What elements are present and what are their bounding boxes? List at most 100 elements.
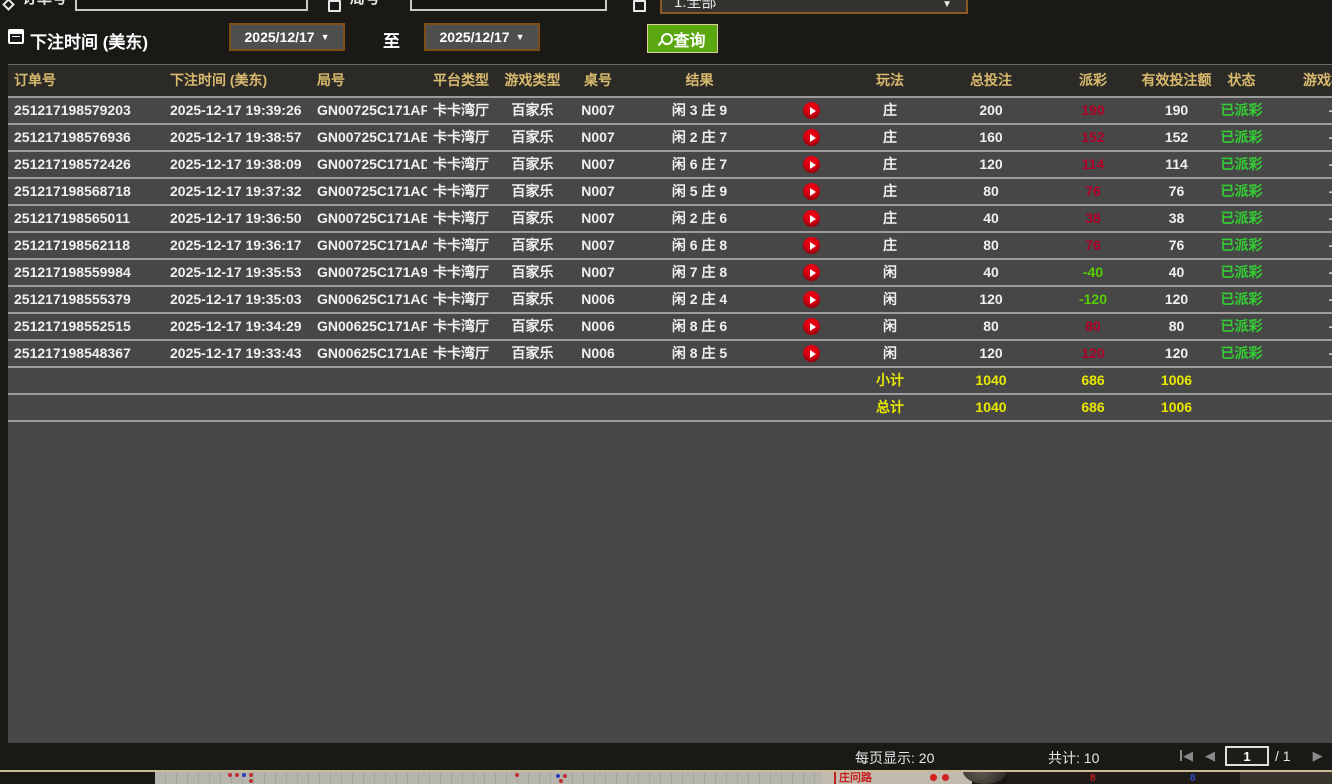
replay-button[interactable] (803, 129, 820, 146)
cell-play: 闲 (845, 259, 935, 286)
round-no-input[interactable] (410, 0, 607, 11)
table-row[interactable]: 2512171985525152025-12-17 19:34:29GN0062… (8, 313, 1332, 340)
table-header-row: 订单号下注时间 (美东)局号平台类型游戏类型桌号结果玩法总投注派彩有效投注额状态… (8, 65, 1332, 97)
cell-play: 庄 (845, 178, 935, 205)
cell-game_type: 百家乐 (491, 97, 574, 124)
table-row[interactable]: 2512171985483672025-12-17 19:33:43GN0062… (8, 340, 1332, 367)
date-to-picker[interactable]: 2025/12/17 ▼ (424, 23, 540, 51)
cell-total_bet: 40 (935, 259, 1047, 286)
play-icon (810, 107, 816, 115)
table-row[interactable]: 2512171985599842025-12-17 19:35:53GN0072… (8, 259, 1332, 286)
table-row[interactable]: 2512171985792032025-12-17 19:39:26GN0072… (8, 97, 1332, 124)
total-cell-payout: 686 (1047, 394, 1139, 421)
replay-button[interactable] (803, 183, 820, 200)
replay-button[interactable] (803, 156, 820, 173)
cell-valid_bet: 190 (1139, 97, 1214, 124)
cell-table_no: N007 (574, 151, 622, 178)
cell-platform: 卡卡湾厅 (427, 205, 491, 232)
page-number-input[interactable] (1225, 746, 1269, 766)
blue-count-label: 8 (1190, 773, 1196, 784)
cell-payout: 76 (1047, 232, 1139, 259)
cell-status: 已派彩 (1214, 340, 1269, 367)
col-header-result: 结果 (622, 65, 777, 97)
replay-button[interactable] (803, 291, 820, 308)
chevron-down-icon: ▼ (516, 32, 525, 42)
cell-total_bet: 200 (935, 97, 1047, 124)
cell-total_bet: 80 (935, 313, 1047, 340)
date-from-picker[interactable]: 2025/12/17 ▼ (229, 23, 345, 51)
cell-play: 闲 (845, 286, 935, 313)
to-label: 至 (383, 27, 400, 52)
col-header-valid_bet: 有效投注额 (1139, 65, 1214, 97)
cell-order_no: 251217198572426 (8, 151, 164, 178)
cell-round_no: GN00725C171AC (311, 178, 427, 205)
next-page-button[interactable]: ▶ (1313, 746, 1323, 766)
cell-table_no: N006 (574, 286, 622, 313)
play-icon (810, 242, 816, 250)
table-row[interactable]: 2512171985724262025-12-17 19:38:09GN0072… (8, 151, 1332, 178)
total-cell-game_type (491, 394, 574, 421)
total-cell-valid_bet: 1006 (1139, 394, 1214, 421)
replay-button[interactable] (803, 210, 820, 227)
red-dot-icon (930, 774, 937, 781)
cell-round_no: GN00625C171AF (311, 313, 427, 340)
roadmap-dot (556, 774, 560, 778)
cell-bet_time: 2025-12-17 19:35:53 (164, 259, 311, 286)
roadmap-dot (228, 773, 232, 777)
table-row[interactable]: 2512171985553792025-12-17 19:35:03GN0062… (8, 286, 1332, 313)
cell-payout: 152 (1047, 124, 1139, 151)
cell-game_type: 百家乐 (491, 259, 574, 286)
subtotal-cell-round_no (311, 367, 427, 394)
roadmap-dot (249, 779, 253, 783)
cell-order_no: 251217198562118 (8, 232, 164, 259)
search-button-label: 查询 (673, 27, 705, 51)
query-form-top-strip: 订单号 局号 1.全部 ▼ (0, 0, 1332, 14)
cell-result: 闲 8 庄 5 (622, 340, 777, 367)
total-cell-total_bet: 1040 (935, 394, 1047, 421)
first-page-button[interactable]: ◀ (1180, 746, 1193, 766)
platform-type-selected-value: 1.全部 (674, 0, 717, 11)
cell-game_type: 百家乐 (491, 340, 574, 367)
total-cell-platform (427, 394, 491, 421)
platform-type-select[interactable]: 1.全部 ▼ (660, 0, 968, 14)
replay-button[interactable] (803, 237, 820, 254)
table-row[interactable]: 2512171985621182025-12-17 19:36:17GN0072… (8, 232, 1332, 259)
table-row[interactable]: 2512171985769362025-12-17 19:38:57GN0072… (8, 124, 1332, 151)
cell-table_no: N007 (574, 124, 622, 151)
prev-page-button[interactable]: ◀ (1205, 746, 1215, 766)
cell-bet_time: 2025-12-17 19:38:57 (164, 124, 311, 151)
betting-records-page: { "colors": { "page_bg": "#1b1916", "hea… (0, 0, 1332, 784)
col-header-order_no: 订单号 (8, 65, 164, 97)
cell-total_bet: 160 (935, 124, 1047, 151)
table-row[interactable]: 2512171985650112025-12-17 19:36:50GN0072… (8, 205, 1332, 232)
replay-button[interactable] (803, 318, 820, 335)
cell-play: 庄 (845, 232, 935, 259)
cell-replay (777, 97, 845, 124)
cell-game_type: 百家乐 (491, 124, 574, 151)
subtotal-cell-valid_bet: 1006 (1139, 367, 1214, 394)
cell-result: 闲 7 庄 8 (622, 259, 777, 286)
col-header-replay (777, 65, 845, 97)
cell-table_no: N007 (574, 97, 622, 124)
replay-button[interactable] (803, 102, 820, 119)
subtotal-cell-result (622, 367, 777, 394)
document-icon (328, 0, 341, 12)
order-no-input[interactable] (75, 0, 308, 11)
play-icon (810, 296, 816, 304)
cell-status: 已派彩 (1214, 151, 1269, 178)
cell-bet_time: 2025-12-17 19:37:32 (164, 178, 311, 205)
bet-time-label: 下注时间 (美东) (30, 28, 148, 53)
replay-button[interactable] (803, 345, 820, 362)
play-icon (810, 134, 816, 142)
cell-round_no: GN00725C171AE (311, 124, 427, 151)
replay-button[interactable] (803, 264, 820, 281)
cell-result: 闲 8 庄 6 (622, 313, 777, 340)
total-cell-play: 总计 (845, 394, 935, 421)
search-button[interactable]: 查询 (647, 24, 718, 53)
cell-play: 闲 (845, 313, 935, 340)
cell-bet_time: 2025-12-17 19:38:09 (164, 151, 311, 178)
table-row[interactable]: 2512171985687182025-12-17 19:37:32GN0072… (8, 178, 1332, 205)
cell-platform: 卡卡湾厅 (427, 151, 491, 178)
cell-valid_bet: 120 (1139, 340, 1214, 367)
cell-payout: 38 (1047, 205, 1139, 232)
